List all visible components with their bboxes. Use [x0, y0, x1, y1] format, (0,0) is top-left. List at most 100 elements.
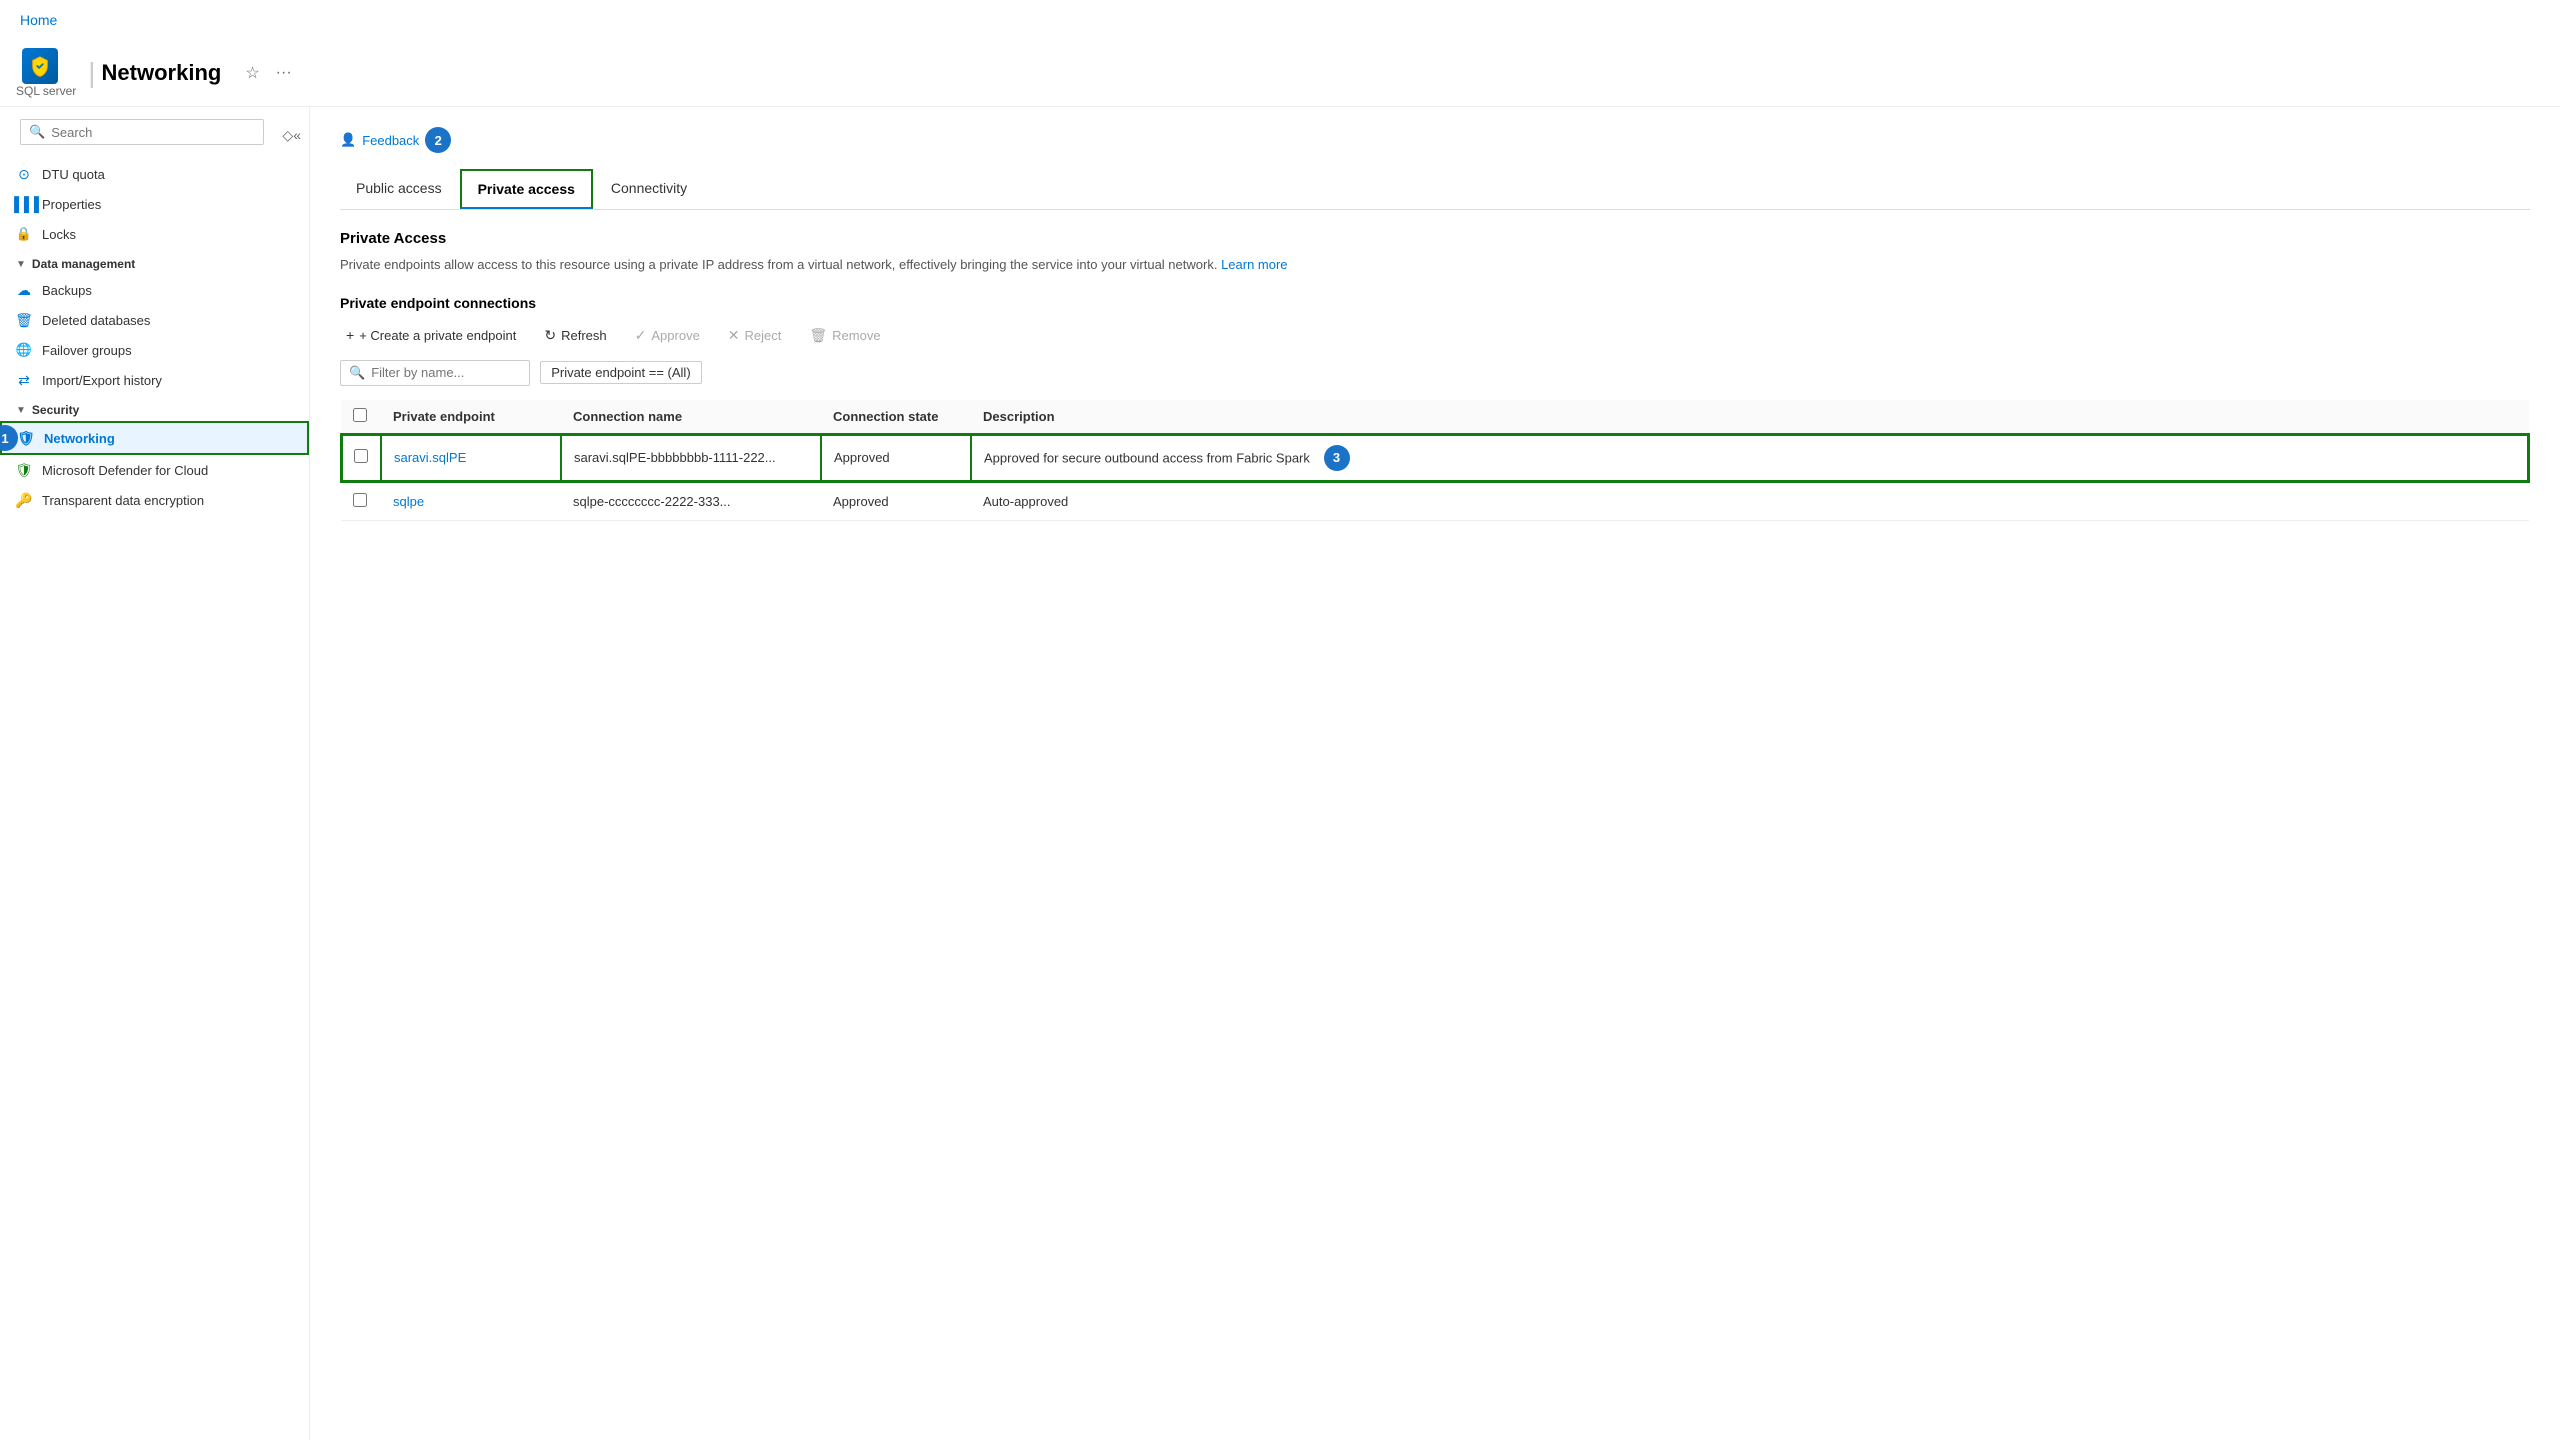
sidebar-item-import-export[interactable]: ⇄ Import/Export history [0, 365, 309, 395]
sidebar-item-label: Backups [42, 283, 92, 298]
tab-connectivity[interactable]: Connectivity [595, 170, 703, 208]
page-title-area: Networking ☆ ··· [102, 60, 296, 86]
tabs-bar: Public access Private access Connectivit… [340, 169, 2530, 210]
row2-desc-cell: Auto-approved [971, 482, 2529, 521]
create-endpoint-label: + Create a private endpoint [359, 328, 516, 343]
sidebar-item-label: Transparent data encryption [42, 493, 204, 508]
section-security[interactable]: ▼ Security [0, 395, 309, 421]
filter-tag[interactable]: Private endpoint == (All) [540, 361, 701, 384]
sidebar-item-defender[interactable]: 🛡 Microsoft Defender for Cloud [0, 455, 309, 485]
section-title: Private Access [340, 230, 2530, 247]
tde-icon: 🔑 [16, 492, 32, 508]
feedback-icon: 👤 [340, 132, 356, 148]
more-options-button[interactable]: ··· [272, 62, 296, 84]
collapse-button[interactable]: « [293, 127, 301, 143]
select-all-checkbox[interactable] [353, 408, 367, 422]
sidebar-item-dtu-quota[interactable]: ⊙ DTU quota [0, 159, 309, 189]
title-divider: | [88, 57, 95, 89]
row1-endpoint-cell: saravi.sqlPE [381, 434, 561, 482]
step1-badge: 1 [0, 425, 18, 451]
row1-endpoint-link[interactable]: saravi.sqlPE [394, 450, 466, 465]
col-header-connection: Connection name [561, 400, 821, 434]
row2-endpoint-link[interactable]: sqlpe [393, 494, 424, 509]
refresh-icon: ↻ [544, 327, 556, 344]
step2-badge: 2 [425, 127, 451, 153]
row1-connection-cell: saravi.sqlPE-bbbbbbbb-1111-222... [561, 434, 821, 482]
sidebar-item-properties[interactable]: ▐▐▐ Properties [0, 189, 309, 219]
favorite-button[interactable]: ☆ [241, 61, 263, 85]
learn-more-link[interactable]: Learn more [1221, 257, 1287, 272]
row1-state-value: Approved [834, 450, 890, 465]
remove-label: Remove [832, 328, 880, 343]
reject-button[interactable]: ✕ Reject [722, 323, 788, 348]
networking-icon: 🛡 [18, 430, 34, 446]
dtu-quota-icon: ⊙ [16, 166, 32, 182]
section-label: Data management [32, 257, 135, 271]
title-actions: ☆ ··· [241, 61, 295, 85]
approve-label: Approve [651, 328, 699, 343]
row2-desc-value: Auto-approved [983, 494, 1068, 509]
filter-search-icon: 🔍 [349, 365, 365, 381]
sidebar-item-tde[interactable]: 🔑 Transparent data encryption [0, 485, 309, 515]
feedback-label: Feedback [362, 133, 419, 148]
step3-badge: 3 [1324, 445, 1350, 471]
row1-state-cell: Approved [821, 434, 971, 482]
sidebar-item-networking[interactable]: 🛡 Networking 1 [0, 421, 309, 455]
search-icon: 🔍 [29, 124, 45, 140]
table-row: sqlpe sqlpe-cccccccc-2222-333... Approve… [341, 482, 2529, 521]
sidebar-item-deleted-databases[interactable]: 🗑 Deleted databases [0, 305, 309, 335]
approve-icon: ✓ [635, 327, 647, 344]
connections-title: Private endpoint connections [340, 295, 2530, 311]
col-header-endpoint: Private endpoint [381, 400, 561, 434]
sidebar-item-failover-groups[interactable]: 🌐 Failover groups [0, 335, 309, 365]
page-title: Networking [102, 60, 222, 86]
refresh-label: Refresh [561, 328, 607, 343]
filter-name-input[interactable] [371, 365, 521, 380]
filter-button[interactable]: ◇ [282, 127, 293, 144]
app-icon [22, 48, 58, 84]
row1-connection-value: saravi.sqlPE-bbbbbbbb-1111-222... [574, 450, 776, 465]
sidebar-item-label: Locks [42, 227, 76, 242]
remove-icon: 🗑 [809, 327, 827, 344]
row2-connection-value: sqlpe-cccccccc-2222-333... [573, 494, 731, 509]
sidebar-item-locks[interactable]: 🔒 Locks [0, 219, 309, 249]
sidebar-item-label: Networking [44, 431, 115, 446]
row1-checkbox[interactable] [354, 449, 368, 463]
tab-private-access[interactable]: Private access [460, 169, 593, 209]
sidebar-item-label: Failover groups [42, 343, 132, 358]
sidebar-item-backups[interactable]: ☁ Backups [0, 275, 309, 305]
endpoints-table: Private endpoint Connection name Connect… [340, 400, 2530, 521]
content-area: 👤 Feedback 2 Public access Private acces… [310, 107, 2560, 1440]
sidebar-item-label: Properties [42, 197, 101, 212]
failover-icon: 🌐 [16, 342, 32, 358]
table-row: saravi.sqlPE saravi.sqlPE-bbbbbbbb-1111-… [341, 434, 2529, 482]
tab-public-access[interactable]: Public access [340, 170, 458, 208]
refresh-button[interactable]: ↻ Refresh [538, 323, 612, 348]
search-box[interactable]: 🔍 [20, 119, 264, 145]
remove-button[interactable]: 🗑 Remove [803, 323, 886, 348]
row2-state-value: Approved [833, 494, 889, 509]
reject-label: Reject [745, 328, 782, 343]
sidebar-item-label: Microsoft Defender for Cloud [42, 463, 208, 478]
section-label: Security [32, 403, 79, 417]
create-endpoint-button[interactable]: + + Create a private endpoint [340, 323, 522, 347]
toolbar: + + Create a private endpoint ↻ Refresh … [340, 323, 2530, 348]
sidebar-item-label: Import/Export history [42, 373, 162, 388]
chevron-down-icon: ▼ [16, 405, 26, 416]
row2-endpoint-cell: sqlpe [381, 482, 561, 521]
row1-desc-value: Approved for secure outbound access from… [984, 450, 1310, 465]
row2-state-cell: Approved [821, 482, 971, 521]
row1-desc-cell: Approved for secure outbound access from… [971, 434, 2529, 482]
filter-input-wrapper[interactable]: 🔍 [340, 360, 530, 386]
backups-icon: ☁ [16, 282, 32, 298]
col-header-checkbox [341, 400, 381, 434]
col-header-state: Connection state [821, 400, 971, 434]
row2-checkbox[interactable] [353, 493, 367, 507]
row2-checkbox-cell [341, 482, 381, 521]
section-description: Private endpoints allow access to this r… [340, 255, 2530, 275]
section-data-management[interactable]: ▼ Data management [0, 249, 309, 275]
home-link[interactable]: Home [0, 0, 2560, 40]
feedback-bar[interactable]: 👤 Feedback 2 [340, 127, 2530, 153]
search-input[interactable] [51, 125, 255, 140]
approve-button[interactable]: ✓ Approve [629, 323, 706, 348]
